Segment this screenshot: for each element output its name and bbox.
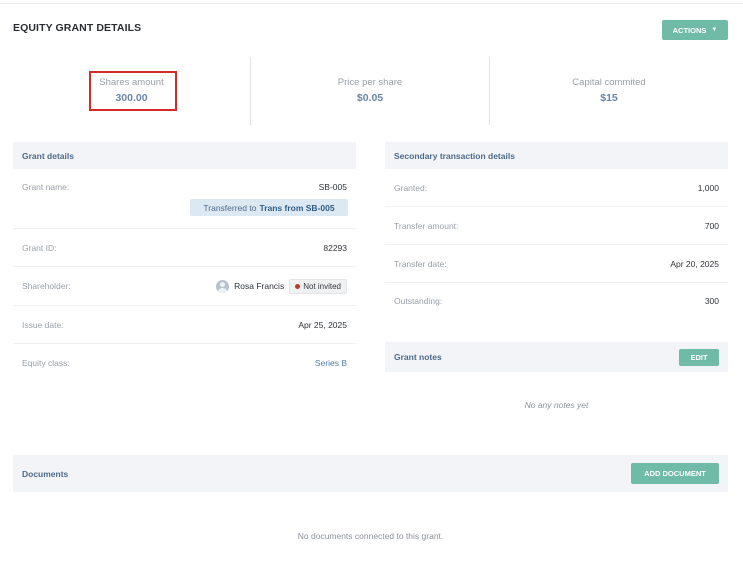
actions-button[interactable]: ACTIONS ▼ (662, 20, 728, 40)
granted-row: Granted: 1,000 (385, 169, 728, 207)
transfer-date-label: Transfer date: (394, 258, 447, 269)
documents-header: Documents ADD DOCUMENT (13, 455, 728, 492)
issue-date-label: Issue date: (22, 319, 64, 330)
equity-class-label: Equity class: (22, 358, 70, 368)
stat-capital-commited: Capital commited $15 (490, 57, 728, 125)
grant-notes-title: Grant notes (394, 352, 442, 362)
stat-price-per-share: Price per share $0.05 (251, 57, 489, 125)
notes-empty-text: No any notes yet (524, 400, 589, 410)
shareholder-name[interactable]: Rosa Francis (234, 281, 284, 291)
secondary-transaction-header: Secondary transaction details (385, 142, 728, 169)
highlight-box (89, 71, 177, 111)
transfer-tag-prefix: Transferred to (203, 202, 257, 213)
stat-value: $0.05 (356, 92, 384, 104)
grant-details-title: Grant details (22, 150, 74, 161)
transfer-amount-value: 700 (704, 220, 719, 231)
issue-date-value: Apr 25, 2025 (298, 319, 347, 330)
granted-label: Granted: (394, 182, 428, 193)
documents-empty-text: No documents connected to this grant. (297, 531, 444, 541)
add-document-button[interactable]: ADD DOCUMENT (631, 463, 719, 484)
shareholder-label: Shareholder: (22, 281, 71, 291)
grant-id-row: Grant ID: 82293 (13, 229, 356, 267)
outstanding-row: Outstanding: 300 (385, 283, 728, 319)
grant-name-label: Grant name: (22, 182, 70, 192)
equity-class-row: Equity class: Series B (13, 344, 356, 382)
transfer-date-value: Apr 20, 2025 (670, 258, 719, 269)
grant-id-label: Grant ID: (22, 242, 57, 253)
grant-name-value: SB-005 (318, 182, 347, 192)
transfer-date-row: Transfer date: Apr 20, 2025 (385, 245, 728, 283)
caret-down-icon: ▼ (711, 27, 718, 33)
stat-label: Capital commited (572, 77, 646, 88)
transfer-amount-label: Transfer amount: (394, 220, 459, 231)
grant-notes-header: Grant notes EDIT (385, 342, 728, 372)
granted-value: 1,000 (697, 182, 719, 193)
documents-title: Documents (22, 468, 69, 479)
transfer-amount-row: Transfer amount: 700 (385, 207, 728, 245)
actions-label: ACTIONS (672, 25, 707, 35)
status-dot-icon (295, 283, 301, 289)
outstanding-value: 300 (704, 296, 719, 306)
equity-class-link[interactable]: Series B (315, 358, 347, 368)
stat-value: $15 (600, 92, 618, 104)
secondary-transaction-title: Secondary transaction details (394, 150, 515, 161)
page-title: EQUITY GRANT DETAILS (13, 22, 142, 34)
grant-details-header: Grant details (13, 142, 356, 169)
issue-date-row: Issue date: Apr 25, 2025 (13, 306, 356, 344)
top-divider (0, 3, 743, 4)
edit-notes-button[interactable]: EDIT (679, 348, 719, 366)
outstanding-label: Outstanding: (394, 296, 443, 306)
avatar (216, 279, 230, 293)
transfer-tag-link[interactable]: Trans from SB-005 (259, 203, 334, 213)
status-badge: Not invited (289, 278, 347, 294)
stat-label: Price per share (337, 77, 403, 88)
shareholder-info: Rosa Francis Not invited (216, 278, 347, 294)
transfer-tag[interactable]: Transferred to Trans from SB-005 (190, 199, 348, 216)
status-badge-label: Not invited (303, 281, 341, 291)
grant-id-value: 82293 (323, 242, 347, 253)
shareholder-row: Shareholder: Rosa Francis Not invited (13, 267, 356, 306)
